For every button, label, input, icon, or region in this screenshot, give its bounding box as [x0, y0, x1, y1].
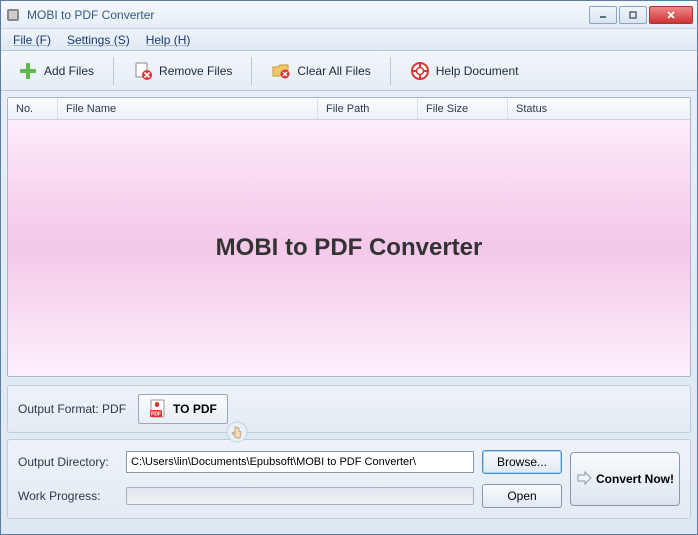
- col-no[interactable]: No.: [8, 98, 58, 119]
- window-title: MOBI to PDF Converter: [27, 8, 589, 22]
- add-files-button[interactable]: Add Files: [7, 56, 105, 86]
- add-files-label: Add Files: [44, 64, 94, 78]
- minimize-button[interactable]: [589, 6, 617, 24]
- clear-all-button[interactable]: Clear All Files: [260, 56, 381, 86]
- hand-pointer-icon: [226, 421, 248, 446]
- help-document-button[interactable]: Help Document: [399, 56, 530, 86]
- close-button[interactable]: [649, 6, 693, 24]
- menubar: File (F) Settings (S) Help (H): [1, 29, 697, 51]
- output-format-section: Output Format: PDF PDF TO PDF: [7, 385, 691, 433]
- to-pdf-label: TO PDF: [173, 402, 217, 416]
- convert-now-label: Convert Now!: [596, 472, 674, 486]
- col-status[interactable]: Status: [508, 98, 690, 119]
- clear-all-label: Clear All Files: [297, 64, 370, 78]
- help-document-label: Help Document: [436, 64, 519, 78]
- titlebar: MOBI to PDF Converter: [1, 1, 697, 29]
- remove-files-button[interactable]: Remove Files: [122, 56, 243, 86]
- separator: [390, 57, 391, 85]
- output-format-label: Output Format: PDF: [18, 402, 126, 416]
- menu-help[interactable]: Help (H): [140, 31, 197, 49]
- convert-now-button[interactable]: Convert Now!: [570, 452, 680, 506]
- file-list-body[interactable]: MOBI to PDF Converter: [8, 120, 690, 376]
- menu-file[interactable]: File (F): [7, 31, 57, 49]
- toolbar: Add Files Remove Files Clear All Files H…: [1, 51, 697, 91]
- col-path[interactable]: File Path: [318, 98, 418, 119]
- separator: [113, 57, 114, 85]
- folder-clear-icon: [271, 61, 291, 81]
- col-size[interactable]: File Size: [418, 98, 508, 119]
- lifebuoy-icon: [410, 61, 430, 81]
- arrow-right-icon: [576, 470, 592, 489]
- browse-button[interactable]: Browse...: [482, 450, 562, 474]
- progress-bar: [126, 487, 474, 505]
- app-icon: [5, 7, 21, 23]
- file-remove-icon: [133, 61, 153, 81]
- plus-icon: [18, 61, 38, 81]
- content-area: No. File Name File Path File Size Status…: [1, 91, 697, 534]
- col-name[interactable]: File Name: [58, 98, 318, 119]
- separator: [251, 57, 252, 85]
- bottom-section: Output Directory: Browse... Convert Now!…: [7, 439, 691, 519]
- work-progress-label: Work Progress:: [18, 489, 118, 503]
- pdf-icon: PDF: [149, 399, 167, 419]
- app-window: MOBI to PDF Converter File (F) Settings …: [0, 0, 698, 535]
- file-list-header: No. File Name File Path File Size Status: [8, 98, 690, 120]
- menu-settings[interactable]: Settings (S): [61, 31, 136, 49]
- watermark-text: MOBI to PDF Converter: [216, 234, 483, 262]
- open-button[interactable]: Open: [482, 484, 562, 508]
- output-dir-label: Output Directory:: [18, 455, 118, 469]
- remove-files-label: Remove Files: [159, 64, 232, 78]
- svg-text:PDF: PDF: [151, 412, 161, 418]
- output-dir-input[interactable]: [126, 451, 474, 473]
- maximize-button[interactable]: [619, 6, 647, 24]
- window-controls: [589, 6, 693, 24]
- file-list: No. File Name File Path File Size Status…: [7, 97, 691, 377]
- to-pdf-button[interactable]: PDF TO PDF: [138, 394, 228, 424]
